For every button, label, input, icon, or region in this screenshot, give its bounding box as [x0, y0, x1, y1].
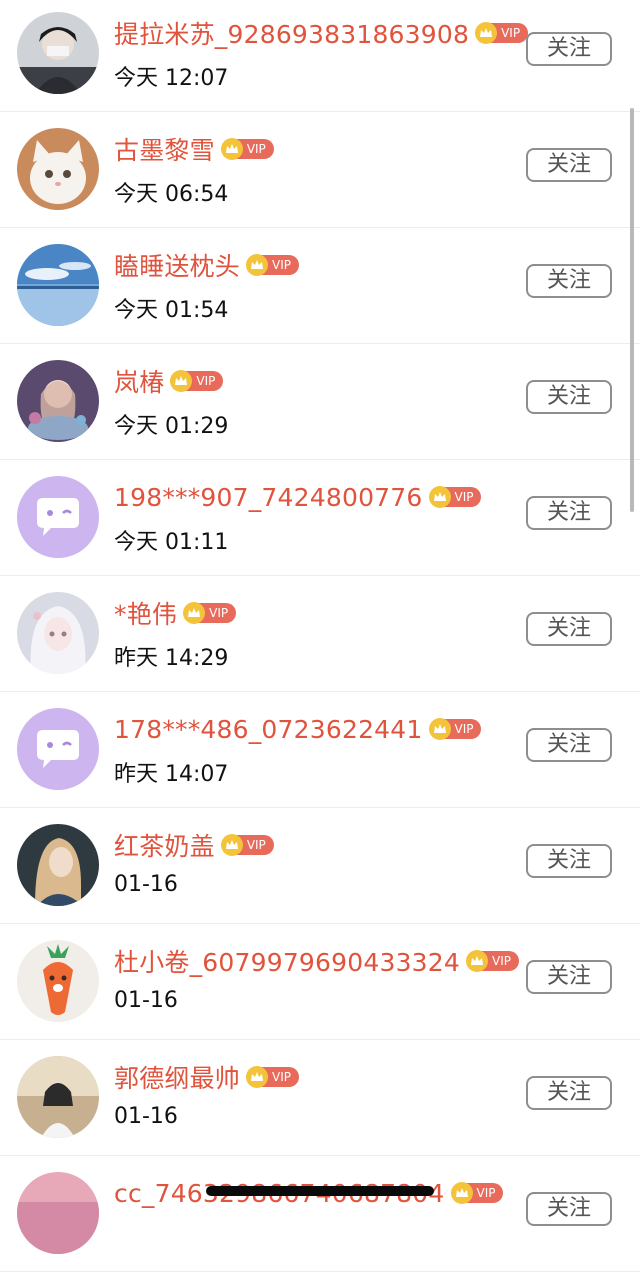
username[interactable]: 瞌睡送枕头: [114, 247, 240, 283]
avatar[interactable]: [17, 1056, 99, 1138]
avatar[interactable]: [17, 824, 99, 906]
timestamp: 01-16: [114, 988, 178, 1013]
crown-icon: [220, 138, 243, 160]
avatar[interactable]: [17, 708, 99, 790]
list-item[interactable]: 提拉米苏_928693831863908 VIP 今天 12:07 关注: [0, 0, 640, 112]
follow-button[interactable]: 关注: [526, 1192, 612, 1226]
list-item[interactable]: 杜小卷_6079979690433324 VIP 01-16 关注: [0, 924, 640, 1040]
vip-badge: VIP: [428, 718, 482, 740]
timestamp: 01-16: [114, 872, 178, 897]
vip-badge: VIP: [183, 602, 237, 624]
anime-white-hair-icon: [17, 592, 99, 674]
username[interactable]: 红茶奶盖: [114, 827, 215, 863]
crown-icon: [475, 22, 498, 44]
home-indicator[interactable]: [206, 1186, 434, 1196]
list-item[interactable]: *艳伟 VIP 昨天 14:29 关注: [0, 576, 640, 692]
crown-icon: [466, 950, 488, 972]
anime-girl-icon: [17, 360, 99, 442]
blue-sky-landscape-icon: [17, 244, 99, 326]
vip-badge: VIP: [450, 1182, 504, 1204]
follow-button[interactable]: 关注: [526, 844, 612, 878]
follow-button[interactable]: 关注: [526, 380, 612, 414]
crown-icon: [246, 254, 269, 276]
carrot-cartoon-icon: [17, 940, 99, 1022]
crown-icon: [183, 602, 206, 624]
follow-button[interactable]: 关注: [526, 1076, 612, 1110]
crown-icon: [220, 834, 243, 856]
avatar[interactable]: [17, 128, 99, 210]
follow-button[interactable]: 关注: [526, 148, 612, 182]
timestamp: 01-16: [114, 1104, 178, 1129]
timestamp: 今天 01:29: [114, 414, 229, 439]
avatar[interactable]: [17, 360, 99, 442]
list-item[interactable]: cc_74632986674068780​4 VIP 关注: [0, 1156, 640, 1272]
vip-badge: VIP: [246, 1066, 299, 1088]
avatar[interactable]: [17, 940, 99, 1022]
username[interactable]: 古墨黎雪: [114, 131, 215, 167]
follow-button[interactable]: 关注: [526, 728, 612, 762]
timestamp: 今天 06:54: [114, 182, 229, 207]
username[interactable]: 岚椿: [114, 363, 164, 399]
crown-icon: [428, 486, 451, 508]
follow-button[interactable]: 关注: [526, 32, 612, 66]
photo-person-icon: [17, 12, 99, 94]
follow-list: 提拉米苏_928693831863908 VIP 今天 12:07 关注 古墨黎…: [0, 0, 640, 1272]
avatar[interactable]: [17, 476, 99, 558]
avatar[interactable]: [17, 244, 99, 326]
scrollbar[interactable]: [630, 108, 634, 512]
timestamp: 昨天 14:07: [114, 762, 229, 787]
list-item[interactable]: 红茶奶盖 VIP 01-16 关注: [0, 808, 640, 924]
username[interactable]: 198***907_7424800776: [114, 483, 423, 512]
crown-icon: [170, 370, 193, 392]
username[interactable]: 郭德纲最帅: [114, 1059, 240, 1095]
outdoor-girl-icon: [17, 1056, 99, 1138]
portrait-girl-icon: [17, 824, 99, 906]
username[interactable]: 178***486_0723622441: [114, 715, 423, 744]
list-item[interactable]: 198***907_7424800776 VIP 今天 01:11 关注: [0, 460, 640, 576]
pink-sky-icon: [17, 1172, 99, 1254]
crown-icon: [246, 1066, 269, 1088]
follow-button[interactable]: 关注: [526, 496, 612, 530]
default-chat-bubble-icon: [17, 476, 99, 558]
vip-badge: VIP: [220, 834, 274, 856]
timestamp: 今天 01:54: [114, 298, 229, 323]
list-item[interactable]: 瞌睡送枕头 VIP 今天 01:54 关注: [0, 228, 640, 344]
list-item[interactable]: 郭德纲最帅 VIP 01-16 关注: [0, 1040, 640, 1156]
vip-badge: VIP: [220, 138, 274, 160]
list-item[interactable]: 岚椿 VIP 今天 01:29 关注: [0, 344, 640, 460]
timestamp: 今天 12:07: [114, 66, 229, 91]
vip-badge: VIP: [170, 370, 224, 392]
list-item[interactable]: 古墨黎雪 VIP 今天 06:54 关注: [0, 112, 640, 228]
avatar[interactable]: [17, 592, 99, 674]
crown-icon: [428, 718, 451, 740]
vip-badge: VIP: [475, 22, 529, 44]
timestamp: 今天 01:11: [114, 530, 229, 555]
white-cat-icon: [17, 128, 99, 210]
vip-badge: VIP: [428, 486, 482, 508]
default-chat-bubble-icon: [17, 708, 99, 790]
vip-badge: VIP: [466, 950, 519, 972]
follow-button[interactable]: 关注: [526, 612, 612, 646]
username[interactable]: 杜小卷_6079979690433324: [114, 943, 460, 979]
list-item[interactable]: 178***486_0723622441 VIP 昨天 14:07 关注: [0, 692, 640, 808]
username[interactable]: 提拉米苏_928693831863908: [114, 15, 469, 51]
vip-badge: VIP: [246, 254, 299, 276]
avatar[interactable]: [17, 1172, 99, 1254]
timestamp: 昨天 14:29: [114, 646, 229, 671]
follow-button[interactable]: 关注: [526, 960, 612, 994]
avatar[interactable]: [17, 12, 99, 94]
follow-button[interactable]: 关注: [526, 264, 612, 298]
username[interactable]: *艳伟: [114, 595, 177, 631]
crown-icon: [450, 1182, 473, 1204]
